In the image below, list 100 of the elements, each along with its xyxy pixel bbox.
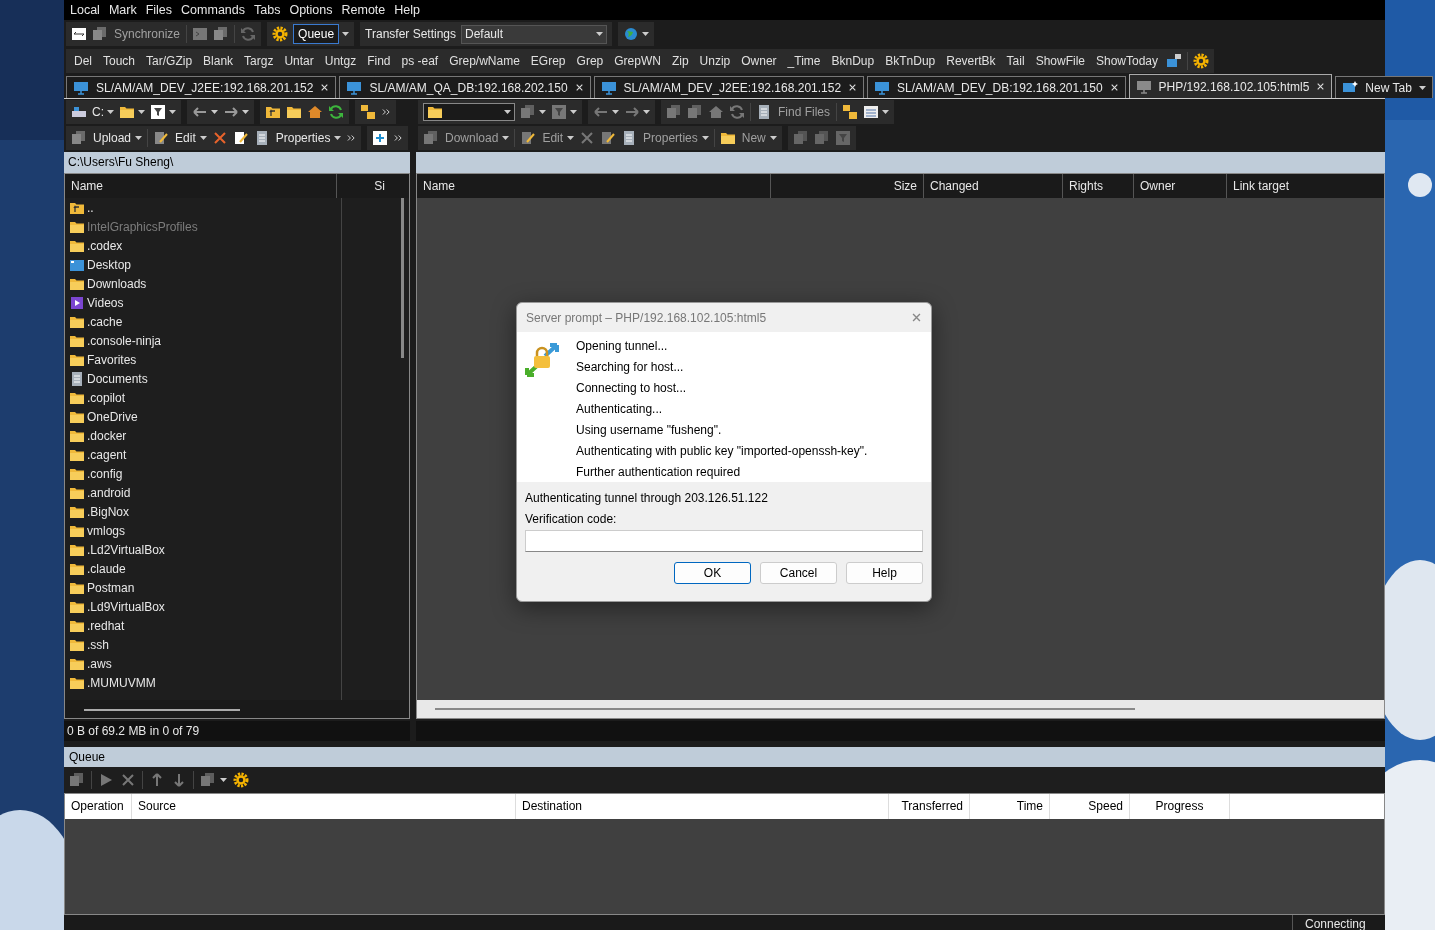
menu-item[interactable]: Local bbox=[70, 3, 100, 17]
command-button[interactable]: Zip bbox=[668, 54, 692, 68]
caret-icon[interactable] bbox=[612, 110, 619, 114]
caret-icon[interactable] bbox=[211, 110, 218, 114]
caret-icon[interactable] bbox=[642, 32, 649, 36]
command-button[interactable]: Find bbox=[364, 54, 394, 68]
file-name[interactable]: .console-ninja bbox=[87, 333, 162, 348]
session-tab[interactable]: SL/AM/AM_DEV_DB:192.168.201.150 bbox=[867, 76, 1126, 98]
command-button[interactable]: Blank bbox=[200, 54, 237, 68]
pages-icon[interactable] bbox=[92, 26, 108, 42]
dialog-button[interactable]: OK bbox=[674, 562, 751, 584]
menu-item[interactable]: Mark bbox=[108, 3, 137, 17]
menu-item[interactable]: Help bbox=[394, 3, 420, 17]
file-name[interactable]: .MUMUVMM bbox=[87, 675, 156, 690]
command-button[interactable]: BknDup bbox=[828, 54, 878, 68]
caret-icon[interactable] bbox=[169, 110, 176, 114]
verification-code-field[interactable] bbox=[525, 530, 923, 552]
column-header[interactable]: Link target bbox=[1227, 174, 1384, 198]
caret-icon[interactable] bbox=[596, 32, 603, 36]
upload-button[interactable]: Upload bbox=[92, 131, 133, 145]
plus-icon[interactable] bbox=[372, 130, 389, 146]
square-icon[interactable] bbox=[792, 130, 809, 146]
refresh-icon[interactable] bbox=[729, 104, 745, 120]
caret-icon[interactable] bbox=[502, 136, 510, 140]
file-name[interactable]: IntelGraphicsProfiles bbox=[87, 219, 198, 234]
settings-icon[interactable] bbox=[1193, 53, 1210, 69]
close-icon[interactable] bbox=[848, 83, 858, 92]
file-name[interactable]: Postman bbox=[87, 580, 135, 595]
caret-icon[interactable] bbox=[138, 110, 145, 114]
command-button[interactable]: Unzip bbox=[696, 54, 734, 68]
scrollbar-thumb[interactable] bbox=[401, 198, 404, 358]
caret-icon[interactable] bbox=[643, 110, 650, 114]
edit-button[interactable]: Edit bbox=[174, 131, 197, 145]
file-name[interactable]: .cache bbox=[87, 314, 123, 329]
command-button[interactable]: Touch bbox=[100, 54, 139, 68]
session-tab[interactable]: PHP/192.168.102.105:html5 bbox=[1128, 74, 1333, 98]
file-name[interactable]: .. bbox=[87, 200, 94, 215]
caret-icon[interactable] bbox=[242, 110, 249, 114]
command-button[interactable]: ps -eaf bbox=[398, 54, 442, 68]
caret-icon[interactable] bbox=[504, 110, 511, 114]
menu-item[interactable]: Remote bbox=[341, 3, 386, 17]
file-name[interactable]: .Ld2VirtualBox bbox=[87, 542, 165, 557]
file-name[interactable]: Downloads bbox=[87, 276, 147, 291]
down-arrow-icon[interactable] bbox=[171, 772, 187, 788]
new-tab-button[interactable]: New Tab bbox=[1335, 76, 1433, 98]
document-icon[interactable] bbox=[756, 104, 772, 120]
command-button[interactable]: EGrep bbox=[527, 54, 569, 68]
file-name[interactable]: Videos bbox=[87, 295, 124, 310]
command-button[interactable]: BkTnDup bbox=[882, 54, 939, 68]
file-name[interactable]: .aws bbox=[87, 656, 112, 671]
home-icon[interactable] bbox=[307, 104, 323, 120]
menu-item[interactable]: Commands bbox=[181, 3, 245, 17]
refresh-icon[interactable] bbox=[240, 26, 257, 42]
delete-icon[interactable] bbox=[211, 130, 228, 146]
command-button[interactable]: Untgz bbox=[321, 54, 360, 68]
filter-icon[interactable] bbox=[150, 104, 166, 120]
play-icon[interactable] bbox=[98, 772, 114, 788]
globe-icon[interactable] bbox=[623, 26, 639, 42]
command-button[interactable]: _Time bbox=[784, 54, 824, 68]
command-button[interactable]: Grep/wName bbox=[446, 54, 523, 68]
command-button[interactable]: ShowFile bbox=[1032, 54, 1088, 68]
file-name[interactable]: .BigNox bbox=[87, 504, 130, 519]
file-name[interactable]: .cagent bbox=[87, 447, 127, 462]
caret-icon[interactable] bbox=[334, 136, 342, 140]
scrollbar-thumb[interactable] bbox=[435, 708, 1135, 710]
caret-icon[interactable] bbox=[567, 136, 575, 140]
properties-button[interactable]: Properties bbox=[274, 131, 332, 145]
chevrons-icon[interactable] bbox=[346, 133, 357, 143]
command-button[interactable]: Tail bbox=[1003, 54, 1028, 68]
rename-icon[interactable] bbox=[232, 130, 249, 146]
queue-button[interactable]: Queue bbox=[293, 24, 340, 44]
view-icon[interactable] bbox=[863, 104, 879, 120]
file-name[interactable]: .copilot bbox=[87, 390, 126, 405]
menu-item[interactable]: Files bbox=[145, 3, 173, 17]
terminal-icon[interactable] bbox=[192, 26, 209, 42]
file-name[interactable]: .codex bbox=[87, 238, 123, 253]
dialog-button[interactable]: Help bbox=[846, 562, 923, 584]
rename-icon[interactable] bbox=[600, 130, 617, 146]
compare-icon[interactable] bbox=[71, 26, 87, 42]
file-name[interactable]: vmlogs bbox=[87, 523, 125, 538]
command-button[interactable]: Del bbox=[71, 54, 95, 68]
command-button[interactable]: Targz bbox=[241, 54, 277, 68]
caret-icon[interactable] bbox=[882, 110, 889, 114]
caret-icon[interactable] bbox=[570, 110, 577, 114]
settings-icon[interactable] bbox=[233, 772, 249, 788]
transfer-settings-dropdown[interactable]: Default bbox=[461, 24, 607, 44]
edit-icon[interactable] bbox=[153, 130, 170, 146]
tree-icon[interactable] bbox=[842, 104, 858, 120]
file-name[interactable]: .Ld9VirtualBox bbox=[87, 599, 165, 614]
command-button[interactable]: Grep bbox=[573, 54, 607, 68]
session-tab[interactable]: SL/AM/AM_DEV_J2EE:192.168.201.152 bbox=[593, 76, 865, 98]
edit-icon[interactable] bbox=[520, 130, 537, 146]
pages-icon[interactable] bbox=[213, 26, 230, 42]
file-name[interactable]: .android bbox=[87, 485, 131, 500]
home-icon[interactable] bbox=[708, 104, 724, 120]
file-name[interactable]: .docker bbox=[87, 428, 127, 443]
command-button[interactable]: ShowToday bbox=[1093, 54, 1162, 68]
file-name[interactable]: .config bbox=[87, 466, 123, 481]
parent-folder-icon[interactable] bbox=[265, 104, 281, 120]
menu-item[interactable]: Options bbox=[289, 3, 333, 17]
